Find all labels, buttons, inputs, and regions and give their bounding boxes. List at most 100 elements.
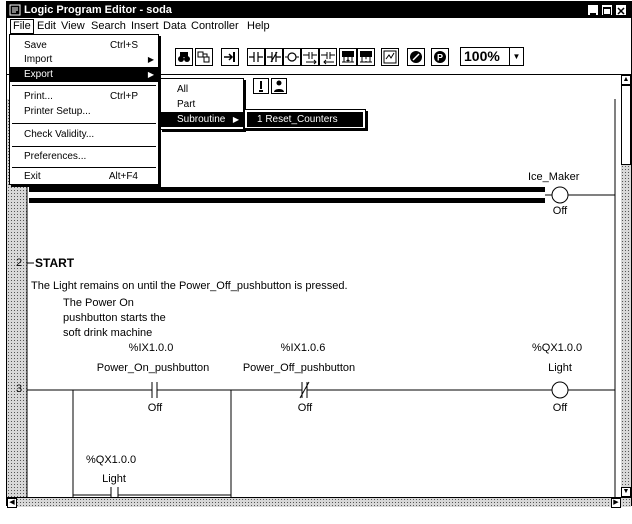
maximize-icon bbox=[603, 7, 611, 15]
rung2-title: START bbox=[35, 256, 75, 270]
monitor-icon bbox=[383, 50, 397, 64]
program-button[interactable]: P bbox=[431, 48, 449, 66]
zoom-select[interactable]: 100% ▼ bbox=[460, 47, 524, 66]
find-button[interactable] bbox=[175, 48, 193, 66]
user-icon bbox=[274, 80, 284, 92]
note-line-3: soft drink machine bbox=[63, 327, 153, 339]
scroll-thumb-vertical[interactable] bbox=[621, 85, 631, 165]
coil-icon bbox=[285, 52, 299, 62]
branch-name[interactable]: Light bbox=[102, 473, 126, 485]
branch-address[interactable]: %QX1.0.0 bbox=[86, 454, 136, 466]
branch-down-icon bbox=[303, 52, 317, 65]
scroll-right-icon[interactable]: ▶ bbox=[611, 498, 621, 508]
rung1-coil-name: Ice_Maker bbox=[528, 171, 580, 183]
submenu-arrow-icon: ▶ bbox=[232, 115, 239, 124]
file-menu-print-shortcut: Ctrl+P bbox=[109, 91, 138, 102]
chevron-down-icon: ▼ bbox=[509, 48, 523, 65]
insert-function-button[interactable] bbox=[339, 48, 357, 66]
window-title: Logic Program Editor - soda bbox=[24, 4, 172, 16]
menu-file[interactable]: File bbox=[10, 19, 34, 34]
scroll-up-icon[interactable]: ▲ bbox=[621, 75, 631, 85]
insert-branch-down-button[interactable] bbox=[301, 48, 319, 66]
file-menu-printer-setup-label: Printer Setup... bbox=[24, 106, 91, 117]
bell-button[interactable] bbox=[253, 78, 269, 94]
contact2-state: Off bbox=[297, 402, 313, 414]
export-menu-subroutine[interactable]: Subroutine ▶ bbox=[161, 112, 243, 127]
horizontal-scrollbar[interactable]: ◀ ▶ bbox=[7, 497, 631, 508]
menu-data[interactable]: Data bbox=[163, 19, 186, 34]
subroutine-menu-reset-counters-label: 1 Reset_Counters bbox=[257, 114, 338, 125]
note-line-1: The Power On bbox=[63, 297, 134, 309]
menu-insert[interactable]: Insert bbox=[131, 19, 159, 34]
scroll-left-icon[interactable]: ◀ bbox=[7, 498, 17, 508]
user-button[interactable] bbox=[271, 78, 287, 94]
coil-name[interactable]: Light bbox=[548, 362, 572, 374]
contact1-name[interactable]: Power_On_pushbutton bbox=[97, 362, 210, 374]
goto-rung-icon bbox=[224, 52, 235, 62]
file-menu-export-label: Export bbox=[24, 69, 53, 80]
file-menu-save-label: Save bbox=[24, 40, 47, 51]
insert-nc-contact-button[interactable] bbox=[265, 48, 283, 66]
file-menu-print[interactable]: Print... Ctrl+P bbox=[10, 89, 158, 104]
file-menu-printer-setup[interactable]: Printer Setup... bbox=[10, 104, 158, 119]
menu-separator bbox=[12, 167, 156, 168]
insert-coil-button[interactable] bbox=[283, 48, 301, 66]
app-icon bbox=[9, 4, 21, 16]
file-menu-check-validity-label: Check Validity... bbox=[24, 129, 95, 140]
monitor-button[interactable] bbox=[381, 48, 399, 66]
contact2-name[interactable]: Power_Off_pushbutton bbox=[243, 362, 355, 374]
vertical-scrollbar[interactable]: ▲ ▼ bbox=[621, 75, 631, 497]
menu-view[interactable]: View bbox=[61, 19, 85, 34]
file-menu-print-label: Print... bbox=[24, 91, 53, 102]
minimize-button[interactable] bbox=[587, 4, 599, 16]
insert-function-up-button[interactable] bbox=[357, 48, 375, 66]
menu-bar: File Edit View Search Insert Data Contro… bbox=[7, 19, 631, 34]
branch-up-icon bbox=[321, 52, 335, 65]
file-menu-export[interactable]: Export ▶ bbox=[10, 67, 158, 82]
goto-button[interactable] bbox=[221, 48, 239, 66]
export-menu-subroutine-label: Subroutine bbox=[177, 114, 226, 125]
subroutine-menu-reset-counters[interactable]: 1 Reset_Counters bbox=[247, 112, 363, 127]
export-submenu: All Part Subroutine ▶ bbox=[160, 78, 244, 130]
minimize-icon bbox=[590, 13, 596, 15]
file-menu-import-label: Import bbox=[24, 54, 53, 65]
file-menu-exit-label: Exit bbox=[24, 171, 41, 182]
menu-edit[interactable]: Edit bbox=[37, 19, 56, 34]
menu-separator bbox=[12, 146, 156, 147]
file-menu-save[interactable]: Save Ctrl+S bbox=[10, 38, 158, 53]
insert-branch-up-button[interactable] bbox=[319, 48, 337, 66]
program-p-icon: P bbox=[434, 51, 446, 63]
rung2-number: 2 bbox=[16, 257, 23, 269]
nc-contact-icon bbox=[267, 51, 281, 63]
export-menu-all-label: All bbox=[177, 84, 189, 95]
coil-address[interactable]: %QX1.0.0 bbox=[532, 342, 582, 354]
file-menu-check-validity[interactable]: Check Validity... bbox=[10, 127, 158, 142]
file-menu-exit-shortcut: Alt+F4 bbox=[108, 171, 138, 182]
zoom-value: 100% bbox=[464, 48, 500, 64]
file-menu-exit[interactable]: Exit Alt+F4 bbox=[10, 169, 158, 184]
scroll-down-icon[interactable]: ▼ bbox=[621, 487, 631, 497]
submenu-arrow-icon: ▶ bbox=[147, 70, 154, 79]
file-menu-save-shortcut: Ctrl+S bbox=[109, 40, 138, 51]
menu-search[interactable]: Search bbox=[91, 19, 126, 34]
file-menu-import[interactable]: Import ▶ bbox=[10, 52, 158, 67]
title-bar: Logic Program Editor - soda bbox=[7, 2, 631, 18]
menu-help[interactable]: Help bbox=[247, 19, 270, 34]
menu-controller[interactable]: Controller bbox=[191, 19, 239, 34]
bell-icon bbox=[259, 81, 263, 92]
contact1-address[interactable]: %IX1.0.0 bbox=[129, 342, 174, 354]
close-button[interactable] bbox=[615, 4, 627, 16]
stop-button[interactable] bbox=[407, 48, 425, 66]
insert-no-contact-button[interactable] bbox=[247, 48, 265, 66]
menu-separator bbox=[12, 123, 156, 124]
replace-icon bbox=[197, 51, 210, 63]
close-icon bbox=[617, 7, 625, 15]
maximize-button[interactable] bbox=[601, 4, 613, 16]
export-menu-all[interactable]: All bbox=[161, 82, 243, 97]
export-menu-part[interactable]: Part bbox=[161, 97, 243, 112]
rung1-coil-state: Off bbox=[552, 205, 568, 217]
replace-button[interactable] bbox=[195, 48, 213, 66]
contact2-address[interactable]: %IX1.0.6 bbox=[281, 342, 326, 354]
file-menu-preferences[interactable]: Preferences... bbox=[10, 149, 158, 164]
coil-state: Off bbox=[552, 402, 568, 414]
